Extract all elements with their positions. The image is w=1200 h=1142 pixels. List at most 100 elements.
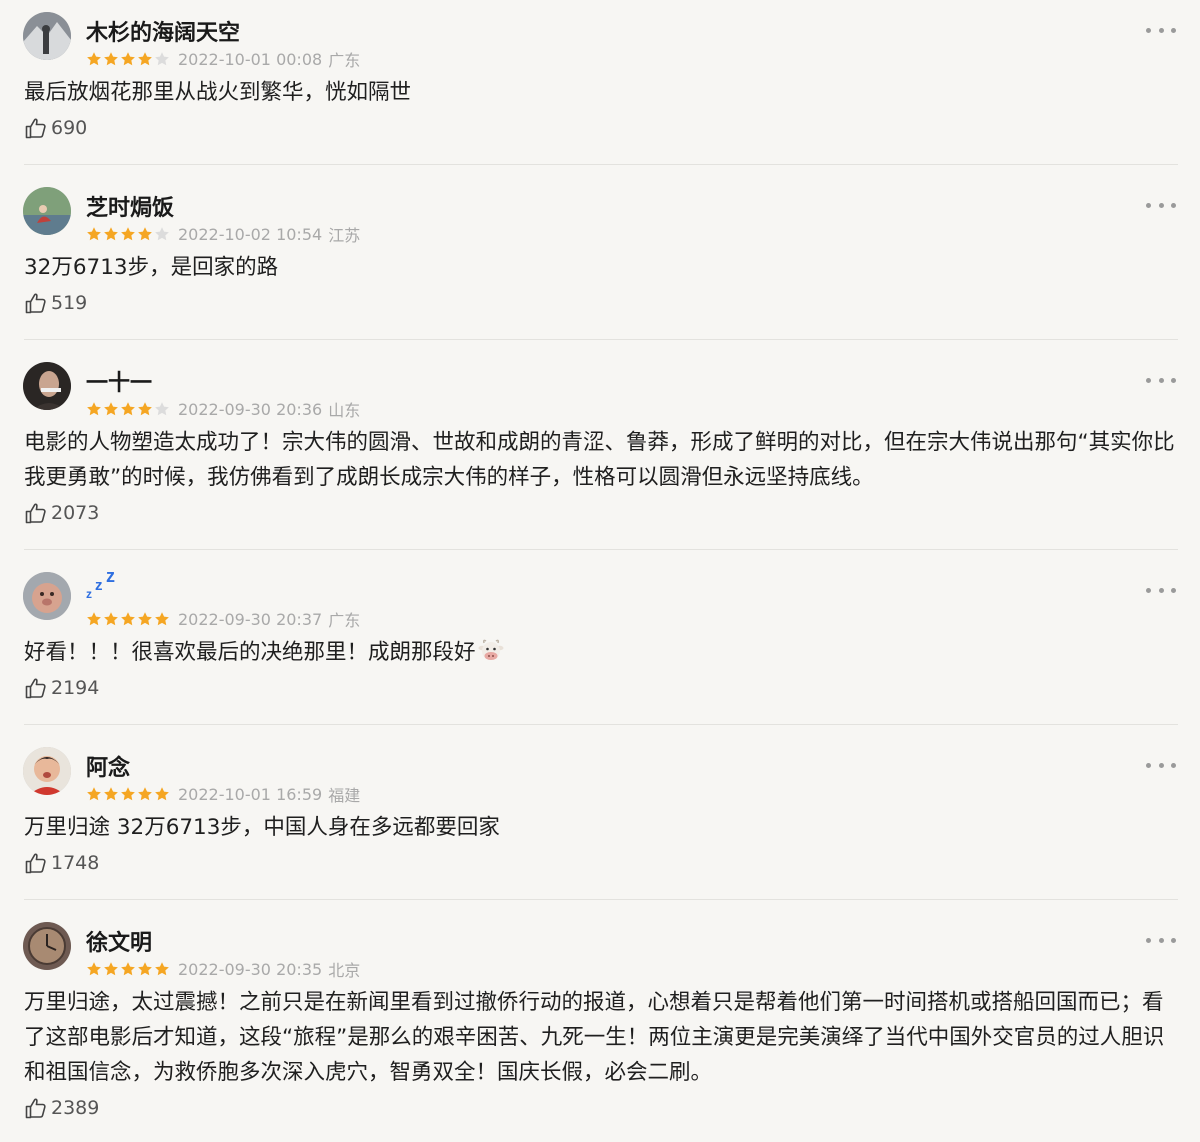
svg-text:z: z [86, 587, 92, 600]
star-icon [138, 612, 152, 626]
cow-face-emoji [478, 639, 504, 660]
rating-stars [86, 226, 170, 242]
divider [24, 164, 1178, 165]
like-button[interactable]: 519 [24, 291, 87, 315]
star-icon [138, 52, 152, 66]
like-button[interactable]: 2389 [24, 1096, 99, 1120]
avatar[interactable] [23, 922, 71, 970]
star-icon [87, 52, 101, 66]
star-icon [155, 612, 169, 626]
comment-time: 2022-10-01 00:08 [178, 49, 323, 69]
thumbs-up-icon [24, 116, 48, 140]
username[interactable]: 徐文明 [86, 925, 152, 957]
avatar[interactable] [23, 747, 71, 795]
svg-text:z: z [95, 577, 103, 594]
star-icon [87, 402, 101, 416]
comment-time: 2022-10-02 10:54 [178, 224, 323, 244]
comment-region: 北京 [328, 961, 361, 980]
star-icon [155, 787, 169, 801]
star-icon [104, 52, 118, 66]
divider [24, 339, 1178, 340]
star-icon [138, 227, 152, 241]
rating-stars [86, 786, 170, 802]
like-count: 519 [51, 292, 88, 314]
rating-stars [86, 611, 170, 627]
divider [24, 549, 1178, 550]
star-icon [155, 52, 169, 66]
star-icon [138, 402, 152, 416]
more-dots-icon[interactable] [1146, 197, 1176, 213]
more-dots-icon[interactable] [1146, 932, 1176, 948]
comment-time: 2022-09-30 20:36 [178, 399, 323, 419]
comment-text: 万里归途 32万6713步，中国人身在多远都要回家 [24, 815, 500, 840]
star-icon [155, 402, 169, 416]
star-icon [121, 52, 135, 66]
like-button[interactable]: 2073 [24, 501, 99, 525]
rating-stars [86, 401, 170, 417]
zzz-icon: zzz [86, 566, 115, 600]
more-dots-icon[interactable] [1146, 372, 1176, 388]
avatar[interactable] [23, 572, 71, 620]
divider [24, 724, 1178, 725]
star-icon [121, 612, 135, 626]
comment-text: 电影的人物塑造太成功了！宗大伟的圆滑、世故和成朗的青涩、鲁莽，形成了鲜明的对比，… [24, 430, 1175, 490]
star-icon [104, 227, 118, 241]
avatar[interactable] [23, 12, 71, 60]
star-icon [87, 962, 101, 976]
star-icon [121, 962, 135, 976]
svg-text:z: z [106, 566, 115, 586]
more-dots-icon[interactable] [1146, 757, 1176, 773]
comment-text: 最后放烟花那里从战火到繁华，恍如隔世 [24, 80, 412, 105]
username[interactable]: 阿念 [86, 750, 130, 782]
username[interactable]: 一十一 [86, 365, 152, 397]
star-icon [121, 787, 135, 801]
avatar[interactable] [23, 362, 71, 410]
comment-meta: 2022-09-30 20:36 山东 [86, 399, 360, 420]
star-icon [87, 612, 101, 626]
rating-stars [86, 51, 170, 67]
thumbs-up-icon [24, 291, 48, 315]
star-icon [104, 402, 118, 416]
like-count: 2194 [51, 677, 100, 699]
star-icon [121, 402, 135, 416]
like-count: 690 [51, 117, 88, 139]
more-dots-icon[interactable] [1146, 582, 1176, 598]
comment-text: 好看！！！很喜欢最后的决绝那里！成朗那段好 [24, 635, 1184, 670]
like-button[interactable]: 1748 [24, 851, 99, 875]
comment-meta: 2022-10-01 16:59 福建 [86, 784, 360, 805]
star-icon [87, 227, 101, 241]
divider [24, 899, 1178, 900]
thumbs-up-icon [24, 1096, 48, 1120]
like-button[interactable]: 690 [24, 116, 87, 140]
star-icon [121, 227, 135, 241]
comment-time: 2022-09-30 20:37 [178, 609, 323, 629]
comment-text: 32万6713步，是回家的路 [24, 255, 279, 280]
like-count: 2389 [51, 1097, 100, 1119]
comment-list: 木杉的海阔天空 2022-10-01 00:08 广东 最后放烟花那里从战火到繁华，恍… [0, 0, 1200, 1142]
comment-region: 广东 [328, 611, 361, 630]
avatar[interactable] [23, 187, 71, 235]
star-icon [138, 962, 152, 976]
star-icon [104, 962, 118, 976]
star-icon [104, 787, 118, 801]
comment-meta: 2022-09-30 20:37 广东 [86, 609, 361, 630]
star-icon [104, 612, 118, 626]
comment-meta: 2022-10-01 00:08 广东 [86, 49, 361, 70]
star-icon [155, 227, 169, 241]
like-button[interactable]: 2194 [24, 676, 99, 700]
comment-region: 广东 [328, 51, 361, 70]
star-icon [87, 787, 101, 801]
comment-region: 江苏 [328, 226, 361, 245]
like-count: 1748 [51, 852, 100, 874]
thumbs-up-icon [24, 851, 48, 875]
username[interactable]: 木杉的海阔天空 [86, 15, 240, 47]
more-dots-icon[interactable] [1146, 22, 1176, 38]
username[interactable]: 芝时焗饭 [86, 190, 174, 222]
rating-stars [86, 961, 170, 977]
star-icon [138, 787, 152, 801]
comment-meta: 2022-10-02 10:54 江苏 [86, 224, 361, 245]
comment-time: 2022-09-30 20:35 [178, 959, 323, 979]
thumbs-up-icon [24, 501, 48, 525]
comment-meta: 2022-09-30 20:35 北京 [86, 959, 361, 980]
comment-text: 万里归途，太过震撼！之前只是在新闻里看到过撤侨行动的报道，心想着只是帮着他们第一… [24, 990, 1165, 1085]
